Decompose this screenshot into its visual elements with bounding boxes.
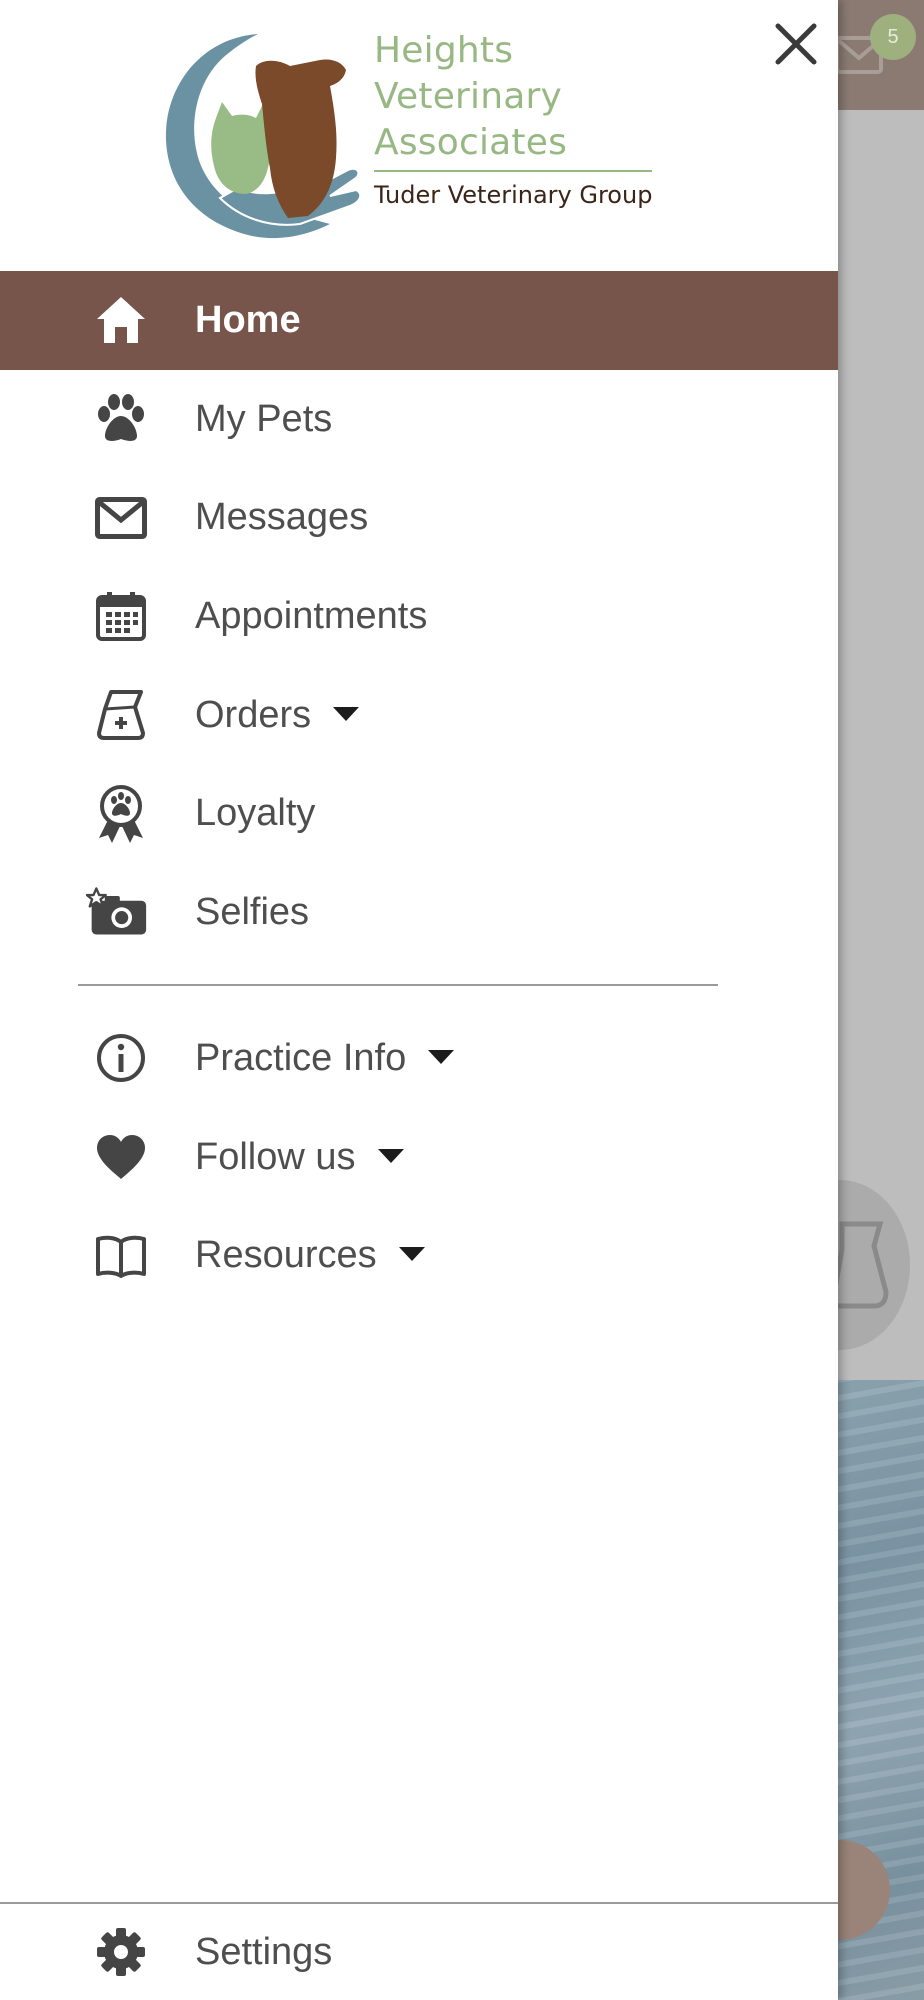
navigation-drawer: Heights Veterinary Associates Tuder Vete… [0,0,838,2000]
menu-item-label: Orders [195,693,360,737]
menu-item-my-pets[interactable]: My Pets [0,370,838,469]
menu-item-settings[interactable]: Settings [0,1904,838,2000]
menu-item-label-text: Resources [195,1234,377,1277]
logo-divider [374,170,652,172]
caret-down-icon[interactable] [398,1247,425,1262]
menu-item-label: Messages [195,496,369,539]
close-icon [775,23,817,65]
caret-down-icon[interactable] [377,1148,404,1163]
menu-item-selfies[interactable]: Selfies [0,863,838,962]
menu-item-orders[interactable]: Orders [0,666,838,765]
menu-divider [78,984,718,986]
award-ribbon-icon [90,783,152,845]
calendar-icon [90,585,152,647]
menu-item-label-text: Practice Info [195,1036,407,1079]
caret-down-icon[interactable] [333,706,360,721]
heart-icon [90,1126,152,1188]
logo-mark [165,34,362,239]
menu-item-label: My Pets [195,397,333,440]
practice-logo: Heights Veterinary Associates Tuder Vete… [160,28,660,248]
menu-item-loyalty[interactable]: Loyalty [0,764,838,863]
menu-item-label: Home [195,298,301,341]
menu-item-label-text: Orders [195,693,312,736]
menu-item-resources[interactable]: Resources [0,1206,838,1305]
paw-icon [90,388,152,450]
home-icon [90,289,152,351]
logo-text-line-1: Heights [374,30,514,71]
secondary-menu: Practice Info Follow us Resources [0,1009,838,1305]
camera-star-icon [86,881,148,943]
caret-down-icon[interactable] [428,1049,455,1064]
menu-item-label: Selfies [195,890,310,933]
menu-item-home[interactable]: Home [0,271,838,370]
menu-item-label: Practice Info [195,1036,455,1080]
menu-item-label: Settings [195,1930,333,1973]
menu-item-follow-us[interactable]: Follow us [0,1108,838,1207]
menu-item-label: Resources [195,1234,425,1277]
food-bag-icon [90,684,152,746]
menu-item-appointments[interactable]: Appointments [0,567,838,666]
menu-item-messages[interactable]: Messages [0,468,838,567]
logo-text-line-3: Associates [374,122,568,163]
logo-subtitle: Tuder Veterinary Group [374,181,653,209]
menu-item-label: Appointments [195,594,428,637]
close-button[interactable] [770,18,822,70]
info-icon [90,1027,152,1089]
envelope-icon [90,487,152,549]
logo-text-line-2: Veterinary [374,76,563,117]
menu-item-practice-info[interactable]: Practice Info [0,1009,838,1108]
menu-item-label: Loyalty [195,792,316,835]
gear-icon [90,1921,152,1983]
message-count-badge: 5 [870,14,916,60]
primary-menu: Home My Pets Messages Appointments Order… [0,271,838,962]
menu-item-label: Follow us [195,1136,404,1179]
book-icon [90,1225,152,1287]
menu-item-label-text: Follow us [195,1135,356,1178]
